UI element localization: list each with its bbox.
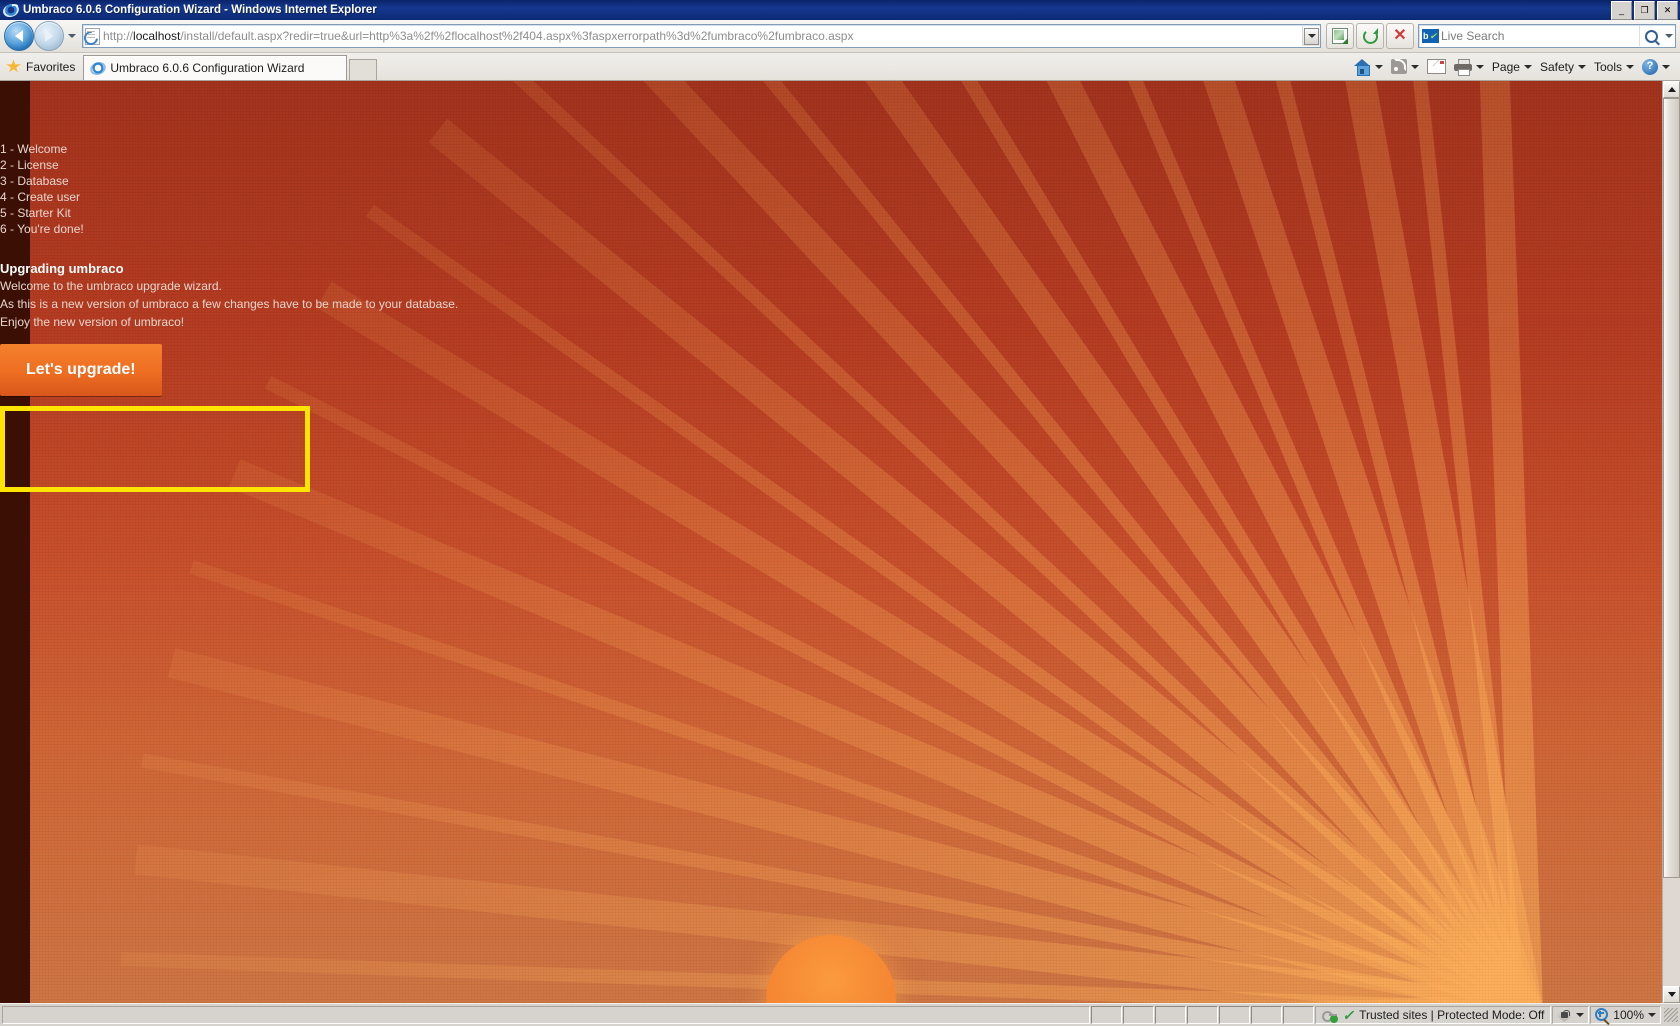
wizard-step[interactable]: 6 - You're done! xyxy=(0,221,84,237)
scroll-up-button[interactable] xyxy=(1663,81,1680,98)
mail-icon xyxy=(1426,59,1446,74)
tab-bar: Favorites Umbraco 6.0.6 Configuration Wi… xyxy=(0,53,1680,81)
status-cell xyxy=(1219,1006,1251,1024)
page-icon xyxy=(80,26,101,48)
close-button[interactable]: ✕ xyxy=(1657,1,1678,20)
back-button[interactable] xyxy=(4,21,34,51)
background-texture xyxy=(0,81,1662,1003)
search-icon[interactable] xyxy=(1639,26,1662,46)
page-menu-label: Page xyxy=(1491,59,1520,74)
home-icon xyxy=(1353,58,1371,76)
command-bar: Page Safety Tools ? xyxy=(1349,53,1680,80)
umbraco-install-page: 1 - Welcome 2 - License 3 - Database 4 -… xyxy=(0,81,1662,1003)
safety-menu-label: Safety xyxy=(1539,59,1574,74)
status-cell xyxy=(1251,1006,1283,1024)
print-button[interactable] xyxy=(1450,53,1488,80)
wizard-step[interactable]: 1 - Welcome xyxy=(0,141,67,157)
address-dropdown-icon[interactable] xyxy=(1302,26,1320,46)
compatibility-view-button[interactable] xyxy=(1326,23,1354,49)
printer-icon xyxy=(1453,59,1472,76)
scroll-down-button[interactable] xyxy=(1663,986,1680,1003)
zoom-chevron-down-icon[interactable] xyxy=(1648,1013,1656,1017)
wizard-step[interactable]: 2 - License xyxy=(0,157,59,173)
new-tab-button[interactable] xyxy=(349,59,378,80)
window-controls: _ ❐ ✕ xyxy=(1611,1,1678,20)
scrollbar-track[interactable] xyxy=(1663,98,1680,986)
install-wizard-panel: 1 - Welcome 2 - License 3 - Database 4 -… xyxy=(0,81,459,1003)
page-menu[interactable]: Page xyxy=(1488,53,1536,80)
search-input[interactable]: Live Search xyxy=(1441,26,1639,46)
shield-lock-icon xyxy=(1557,1008,1572,1022)
window-title: Umbraco 6.0.6 Configuration Wizard - Win… xyxy=(23,4,377,16)
recent-pages-dropdown-icon[interactable] xyxy=(65,22,79,50)
wizard-step[interactable]: 3 - Database xyxy=(0,173,69,189)
zoom-control[interactable]: 100% xyxy=(1590,1006,1661,1026)
maximize-button[interactable]: ❐ xyxy=(1634,1,1655,20)
tools-menu[interactable]: Tools xyxy=(1590,53,1638,80)
safety-menu[interactable]: Safety xyxy=(1536,53,1590,80)
favorites-button[interactable]: Favorites xyxy=(0,53,83,80)
bing-search-provider-icon: b ✔ xyxy=(1419,26,1441,46)
search-dropdown-icon[interactable] xyxy=(1662,26,1675,46)
address-bar[interactable]: http://localhost/install/default.aspx?re… xyxy=(80,24,1321,48)
tab-favicon-icon xyxy=(90,60,107,76)
resize-grip[interactable] xyxy=(1664,1008,1678,1022)
favorites-label: Favorites xyxy=(26,59,76,74)
search-box[interactable]: b ✔ Live Search xyxy=(1418,24,1676,48)
upgrade-paragraph: Enjoy the new version of umbraco! xyxy=(0,315,185,329)
status-cell xyxy=(1155,1006,1187,1024)
status-cell xyxy=(1091,1006,1123,1024)
tab-strip: Umbraco 6.0.6 Configuration Wizard xyxy=(83,53,378,80)
tab-label: Umbraco 6.0.6 Configuration Wizard xyxy=(110,61,305,75)
navigation-bar: http://localhost/install/default.aspx?re… xyxy=(0,20,1680,53)
trusted-sites-icon xyxy=(1322,1008,1339,1023)
zoom-icon xyxy=(1595,1008,1610,1026)
wizard-steps-list: 1 - Welcome 2 - License 3 - Database 4 -… xyxy=(0,141,84,237)
tools-menu-label: Tools xyxy=(1593,59,1622,74)
upgrade-button-wrap: Let's upgrade! xyxy=(0,344,162,396)
address-text[interactable]: http://localhost/install/default.aspx?re… xyxy=(101,26,1302,46)
zoom-level-label: 100% xyxy=(1613,1008,1644,1022)
chevron-down-icon[interactable] xyxy=(1576,1013,1585,1017)
status-text xyxy=(2,1006,1091,1024)
title-bar: Umbraco 6.0.6 Configuration Wizard - Win… xyxy=(0,0,1680,20)
protected-mode-indicator[interactable] xyxy=(1552,1006,1590,1024)
tab-umbraco-configuration-wizard[interactable]: Umbraco 6.0.6 Configuration Wizard xyxy=(83,55,348,80)
browser-window: Umbraco 6.0.6 Configuration Wizard - Win… xyxy=(0,0,1680,1026)
forward-button[interactable] xyxy=(34,21,64,51)
upgrade-paragraph: Welcome to the umbraco upgrade wizard. xyxy=(0,279,222,293)
refresh-button[interactable] xyxy=(1356,23,1384,49)
star-icon xyxy=(6,59,21,73)
stop-button[interactable]: ✕ xyxy=(1386,23,1414,49)
security-zone-label: Trusted sites | Protected Mode: Off xyxy=(1359,1008,1545,1022)
rss-feed-icon xyxy=(1390,59,1407,74)
page-content-area: 1 - Welcome 2 - License 3 - Database 4 -… xyxy=(0,81,1680,1003)
vertical-scrollbar[interactable] xyxy=(1662,81,1680,1003)
upgrade-paragraph: As this is a new version of umbraco a fe… xyxy=(0,297,459,311)
status-bar: ✓ Trusted sites | Protected Mode: Off 10… xyxy=(0,1003,1680,1026)
wizard-step[interactable]: 5 - Starter Kit xyxy=(0,205,71,221)
check-icon: ✓ xyxy=(1342,1007,1355,1023)
lets-upgrade-button[interactable]: Let's upgrade! xyxy=(0,344,162,396)
home-button[interactable] xyxy=(1349,53,1387,80)
wizard-step[interactable]: 4 - Create user xyxy=(0,189,80,205)
internet-explorer-icon xyxy=(3,2,19,18)
status-cell xyxy=(1123,1006,1155,1024)
security-zone-indicator[interactable]: ✓ Trusted sites | Protected Mode: Off xyxy=(1315,1006,1552,1024)
help-menu[interactable]: ? xyxy=(1638,53,1674,80)
upgrade-heading: Upgrading umbraco xyxy=(0,261,124,276)
help-icon: ? xyxy=(1642,58,1658,75)
feeds-button[interactable] xyxy=(1387,53,1423,80)
status-cell xyxy=(1283,1006,1315,1024)
minimize-button[interactable]: _ xyxy=(1611,1,1632,20)
scrollbar-thumb[interactable] xyxy=(1663,98,1680,878)
status-cell xyxy=(1187,1006,1219,1024)
read-mail-button[interactable] xyxy=(1423,53,1450,80)
